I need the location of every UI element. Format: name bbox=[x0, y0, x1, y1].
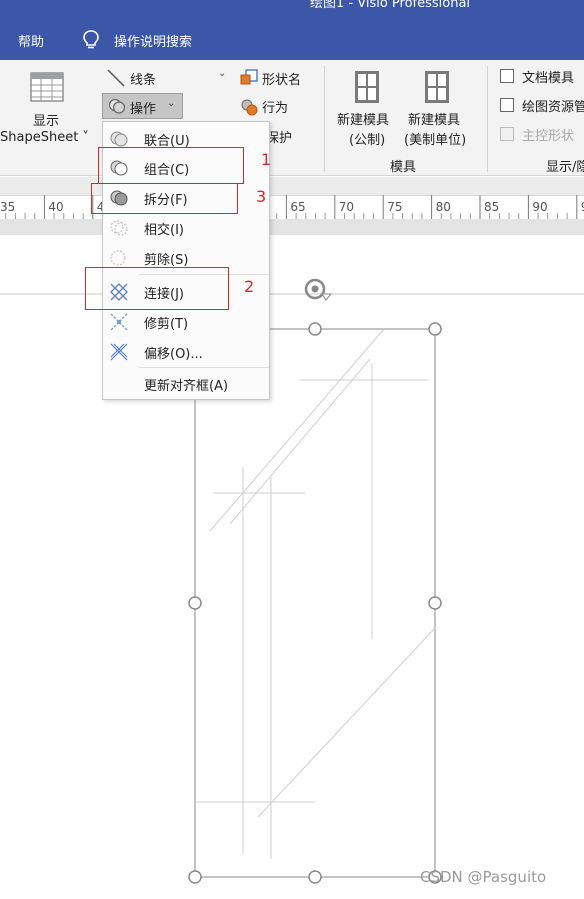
resize-handle[interactable] bbox=[428, 596, 442, 610]
menu-item-label: 相交(I) bbox=[144, 223, 184, 238]
subtract-icon bbox=[110, 250, 126, 266]
drawing-canvas[interactable] bbox=[0, 219, 584, 899]
ruler-label: 70 bbox=[339, 200, 354, 214]
annotation-number-3: 3 bbox=[256, 187, 267, 206]
operations-button[interactable]: 操作 ⌄ bbox=[102, 93, 183, 119]
ruler-label: 35 bbox=[0, 200, 15, 214]
menu-item-trim[interactable]: 修剪(T) bbox=[103, 308, 269, 336]
stencil-us-icon[interactable] bbox=[424, 70, 450, 104]
master-shapes-label: 主控形状 bbox=[522, 129, 575, 144]
operations-icon bbox=[108, 98, 126, 114]
group-label-show-hide: 显示/隐 bbox=[546, 160, 584, 175]
behavior-button[interactable]: 行为 bbox=[262, 97, 288, 116]
new-stencil-metric-sub[interactable]: (公制) bbox=[349, 129, 385, 148]
new-stencil-metric-button[interactable]: 新建模具 bbox=[337, 109, 389, 128]
menu-item-label: 修剪(T) bbox=[144, 317, 189, 332]
drawing-resources-label: 绘图资源管 bbox=[522, 100, 584, 115]
doc-stencil-checkbox[interactable] bbox=[500, 69, 514, 83]
line-icon[interactable] bbox=[106, 68, 126, 88]
resize-handle[interactable] bbox=[428, 322, 442, 336]
annotation-number-1: 1 bbox=[261, 150, 272, 169]
tab-help[interactable]: 帮助 bbox=[18, 31, 44, 50]
ruler-label: 90 bbox=[532, 200, 547, 214]
new-stencil-us-sub[interactable]: (美制单位) bbox=[404, 129, 466, 148]
menu-separator bbox=[139, 367, 269, 368]
lightbulb-icon[interactable] bbox=[82, 29, 100, 51]
shape-name-icon[interactable] bbox=[239, 68, 259, 88]
ruler-ticks: 35404550556065707580859095 bbox=[0, 195, 584, 219]
annotation-number-2: 2 bbox=[244, 277, 255, 296]
new-stencil-us-button[interactable]: 新建模具 bbox=[408, 109, 460, 128]
rotate-handle-icon[interactable] bbox=[304, 278, 333, 301]
horizontal-ruler[interactable]: 35404550556065707580859095 bbox=[0, 177, 584, 219]
master-shapes-checkbox bbox=[500, 127, 514, 141]
ribbon: 显示 ShapeSheet ˅ 线条 ⌄ 操作 ⌄ 形状名 行为 保护 新建模具… bbox=[0, 60, 584, 176]
drawing-page[interactable] bbox=[0, 219, 584, 899]
menu-item-update-alignment-box[interactable]: 更新对齐框(A) bbox=[103, 370, 269, 398]
ruler-label: 75 bbox=[387, 200, 402, 214]
title-bar: 绘图1 - Visio Professional bbox=[0, 0, 584, 22]
operations-label: 操作 bbox=[130, 102, 157, 117]
ribbon-separator bbox=[487, 66, 488, 172]
ruler-label: 80 bbox=[436, 200, 451, 214]
chevron-down-icon: ⌄ bbox=[167, 98, 176, 109]
resize-handle[interactable] bbox=[188, 596, 202, 610]
ribbon-tab-row: 帮助 操作说明搜索 bbox=[0, 22, 584, 60]
chevron-down-icon[interactable]: ⌄ bbox=[218, 68, 226, 79]
doc-stencil-label: 文档模具 bbox=[522, 71, 575, 86]
trim-icon bbox=[110, 313, 128, 331]
annotation-box-combine bbox=[98, 147, 244, 184]
line-button[interactable]: 线条 bbox=[130, 69, 156, 88]
menu-item-label: 更新对齐框(A) bbox=[144, 379, 229, 394]
tell-me-search[interactable]: 操作说明搜索 bbox=[114, 31, 192, 50]
shapesheet-icon bbox=[30, 72, 64, 102]
menu-item-label: 偏移(O)... bbox=[144, 347, 203, 362]
drawing-resources-checkbox[interactable] bbox=[500, 98, 514, 112]
menu-item-offset[interactable]: 偏移(O)... bbox=[103, 338, 269, 366]
stencil-metric-icon[interactable] bbox=[354, 70, 380, 104]
annotation-box-join bbox=[85, 267, 229, 310]
annotation-box-fragment bbox=[91, 183, 238, 214]
menu-item-intersect[interactable]: 相交(I) bbox=[103, 214, 269, 242]
ruler-label: 40 bbox=[48, 200, 63, 214]
ruler-label: 65 bbox=[290, 200, 305, 214]
intersect-icon bbox=[110, 220, 128, 236]
ribbon-separator bbox=[324, 66, 325, 172]
resize-handle[interactable] bbox=[188, 870, 202, 884]
resize-handle[interactable] bbox=[308, 322, 322, 336]
shape-name-button[interactable]: 形状名 bbox=[262, 69, 301, 88]
behavior-icon[interactable] bbox=[239, 97, 259, 117]
show-shapesheet-label[interactable]: 显示 bbox=[33, 110, 59, 129]
union-icon bbox=[110, 131, 128, 147]
watermark: CSDN @Pasguito bbox=[420, 868, 547, 886]
menu-item-label: 剪除(S) bbox=[144, 253, 189, 268]
group-label-stencil: 模具 bbox=[390, 160, 417, 175]
show-shapesheet-label-2[interactable]: ShapeSheet ˅ bbox=[0, 130, 89, 145]
resize-handle[interactable] bbox=[308, 870, 322, 884]
ruler-label: 85 bbox=[484, 200, 499, 214]
offset-icon bbox=[110, 343, 128, 361]
window-title: 绘图1 - Visio Professional bbox=[310, 0, 471, 11]
